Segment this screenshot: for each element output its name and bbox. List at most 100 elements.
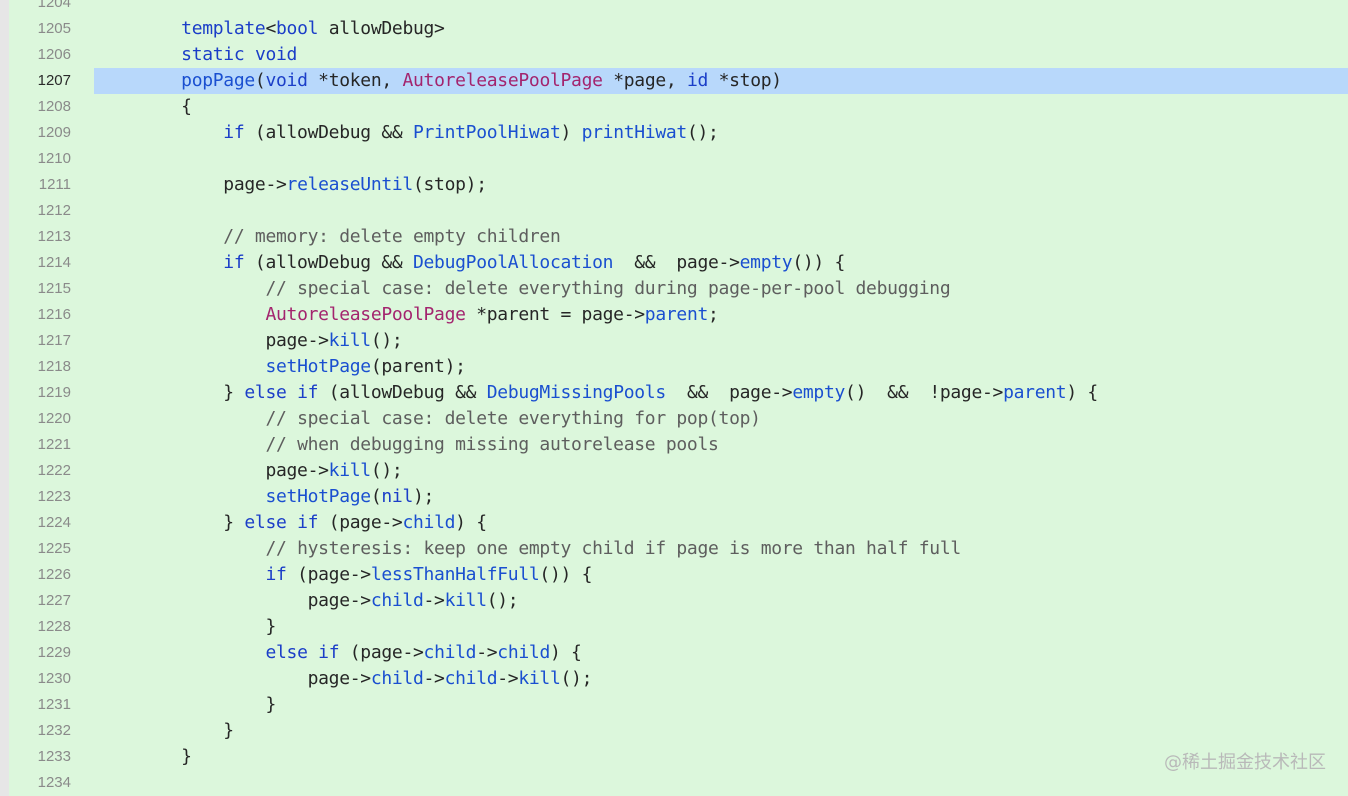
code-text: // special case: delete everything for p… — [139, 406, 761, 432]
code-token: popPage — [181, 70, 255, 91]
code-line[interactable]: 1209 if (allowDebug && PrintPoolHiwat) p… — [9, 120, 1348, 146]
line-number: 1215 — [37, 280, 71, 297]
code-token: (page-> — [339, 642, 424, 663]
code-token: -> — [497, 668, 519, 689]
code-token: kill — [328, 330, 371, 351]
code-token: } — [139, 382, 245, 403]
code-token: nil — [381, 486, 413, 507]
code-token: } — [139, 694, 276, 715]
code-token: (); — [370, 330, 403, 351]
code-line[interactable]: 1222 page->kill(); — [9, 458, 1348, 484]
code-text: AutoreleasePoolPage *parent = page->pare… — [139, 302, 718, 328]
code-text: page->child->child->kill(); — [139, 666, 593, 692]
code-text: // hysteresis: keep one empty child if p… — [139, 536, 961, 562]
line-number: 1213 — [37, 228, 71, 245]
code-editor[interactable]: 1204 1205 template<bool allowDebug> 1206 s… — [9, 0, 1348, 796]
code-token: bool — [276, 18, 319, 39]
code-token: DebugMissingPools — [486, 382, 666, 403]
code-line[interactable]: 1229 else if (page->child->child) { — [9, 640, 1348, 666]
code-line[interactable]: 1232 } — [9, 718, 1348, 744]
line-number: 1208 — [37, 98, 71, 115]
code-token: if — [297, 382, 319, 403]
code-line[interactable]: 1211 page->releaseUntil(stop); — [9, 172, 1348, 198]
code-token: ); — [413, 486, 435, 507]
code-line[interactable]: 1205 template<bool allowDebug> — [9, 16, 1348, 42]
code-line[interactable]: 1220 // special case: delete everything … — [9, 406, 1348, 432]
code-token: // when debugging missing autorelease po… — [265, 434, 719, 455]
code-token: else — [265, 642, 308, 663]
code-line[interactable]: 1219 } else if (allowDebug && DebugMissi… — [9, 380, 1348, 406]
code-line[interactable]: 1204 — [9, 0, 1348, 16]
code-token: allowDebug> — [318, 18, 445, 39]
code-line[interactable]: 1230 page->child->child->kill(); — [9, 666, 1348, 692]
code-token: child — [370, 668, 424, 689]
code-token: child — [402, 512, 456, 533]
code-line[interactable]: 1224 } else if (page->child) { — [9, 510, 1348, 536]
code-token: () && !page-> — [845, 382, 1004, 403]
code-line[interactable]: 1234 — [9, 770, 1348, 796]
code-token: } — [139, 720, 234, 741]
code-token: (stop); — [412, 174, 487, 195]
line-number: 1216 — [37, 306, 71, 323]
code-token: ()) { — [792, 252, 845, 273]
code-text: // when debugging missing autorelease po… — [139, 432, 719, 458]
code-line[interactable]: 1217 page->kill(); — [9, 328, 1348, 354]
code-token: ) { — [1066, 382, 1098, 403]
code-line[interactable]: 1210 — [9, 146, 1348, 172]
code-token: page-> — [139, 668, 372, 689]
line-number: 1207 — [37, 72, 71, 89]
code-token: if — [223, 122, 245, 143]
code-line[interactable]: 1221 // when debugging missing autorelea… — [9, 432, 1348, 458]
line-number: 1210 — [37, 150, 71, 167]
code-line[interactable]: 1223 setHotPage(nil); — [9, 484, 1348, 510]
code-text: } — [139, 744, 192, 770]
code-token: (page-> — [286, 564, 371, 585]
code-token: void — [265, 70, 308, 91]
code-text: } — [139, 718, 234, 744]
code-line[interactable]: 1233 } — [9, 744, 1348, 770]
code-line[interactable]: 1226 if (page->lessThanHalfFull()) { — [9, 562, 1348, 588]
line-number: 1230 — [37, 670, 71, 687]
code-line[interactable]: 1206 static void — [9, 42, 1348, 68]
code-line[interactable]: 1225 // hysteresis: keep one empty child… — [9, 536, 1348, 562]
code-token: *token, — [307, 70, 403, 91]
code-token: AutoreleasePoolPage — [402, 70, 603, 91]
code-line[interactable]: 1216 AutoreleasePoolPage *parent = page-… — [9, 302, 1348, 328]
line-number: 1224 — [37, 514, 71, 531]
line-number: 1223 — [37, 488, 71, 505]
code-token: // special case: delete everything for p… — [265, 408, 761, 429]
code-token: (allowDebug && — [244, 122, 413, 143]
code-text: popPage(void *token, AutoreleasePoolPage… — [139, 68, 782, 94]
code-line[interactable]: 1208 { — [9, 94, 1348, 120]
code-token: setHotPage — [265, 356, 371, 377]
code-line[interactable]: 1213 // memory: delete empty children — [9, 224, 1348, 250]
code-text: setHotPage(nil); — [139, 484, 434, 510]
code-token: setHotPage — [265, 486, 371, 507]
code-token: if — [318, 642, 340, 663]
code-token: template — [181, 18, 266, 39]
code-line[interactable]: 1228 } — [9, 614, 1348, 640]
line-number: 1233 — [37, 748, 71, 765]
code-line[interactable]: 1207 popPage(void *token, AutoreleasePoo… — [9, 68, 1348, 94]
code-token: ()) { — [539, 564, 593, 585]
code-text: page->child->kill(); — [139, 588, 519, 614]
line-number: 1220 — [37, 410, 71, 427]
code-line[interactable]: 1231 } — [9, 692, 1348, 718]
code-text: static void — [139, 42, 297, 68]
code-line[interactable]: 1215 // special case: delete everything … — [9, 276, 1348, 302]
code-token: } — [139, 746, 192, 767]
code-line[interactable]: 1212 — [9, 198, 1348, 224]
code-line[interactable]: 1227 page->child->kill(); — [9, 588, 1348, 614]
code-text: // memory: delete empty children — [139, 224, 560, 250]
code-line[interactable]: 1214 if (allowDebug && DebugPoolAllocati… — [9, 250, 1348, 276]
editor-left-margin — [0, 0, 9, 796]
code-line[interactable]: 1218 setHotPage(parent); — [9, 354, 1348, 380]
code-token: id — [686, 70, 709, 91]
code-token: (); — [486, 590, 519, 611]
